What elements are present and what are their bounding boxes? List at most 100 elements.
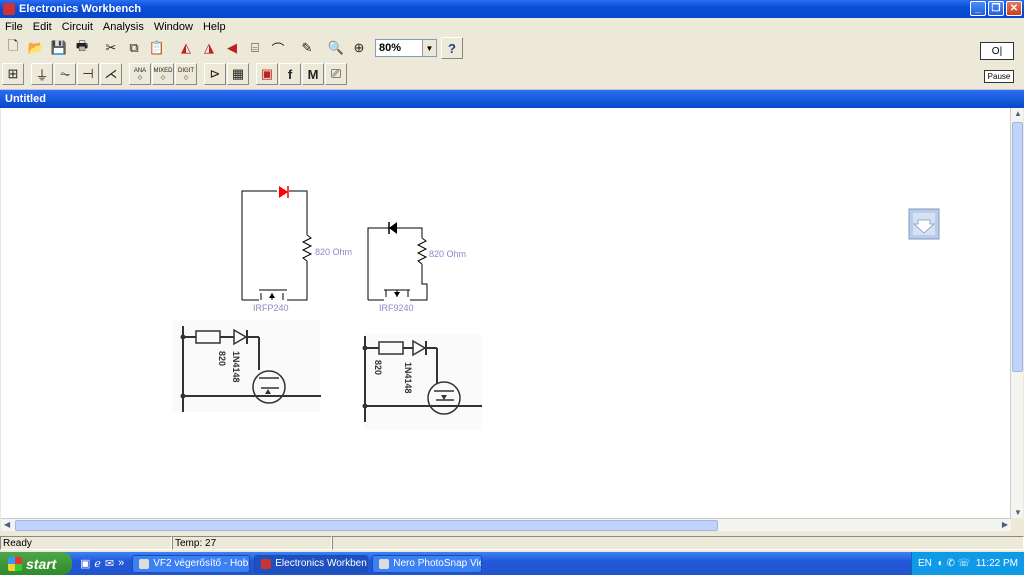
controls-bin-icon[interactable]: f: [279, 63, 301, 85]
scroll-up-icon[interactable]: ▲: [1014, 109, 1022, 118]
minimize-button[interactable]: _: [970, 1, 986, 16]
menu-bar: File Edit Circuit Analysis Window Help: [0, 18, 1024, 35]
mixed-label: MIXED: [153, 67, 173, 74]
open-icon[interactable]: 📂: [25, 37, 47, 59]
resistor-r2[interactable]: [416, 237, 428, 265]
task-label: Nero PhotoSnap Viewer: [393, 558, 481, 569]
power-switch[interactable]: O|: [980, 42, 1014, 60]
pasted-schematic-image-2[interactable]: 820 1N4148: [362, 334, 483, 430]
paste-icon[interactable]: 📋: [146, 37, 168, 59]
tray-icons[interactable]: ◐ ✆ ☏: [938, 558, 970, 569]
func-label: f: [287, 66, 293, 82]
rotate-icon[interactable]: ◭: [175, 37, 197, 59]
r2-label: 820 Ohm: [429, 249, 466, 259]
pasted-schematic-image-1[interactable]: 820 1N4148: [172, 320, 321, 412]
parts-toolbar: ⊞ ⏚ ⏦ ⊣ ⋌ ANA ◇ MIXED ◇ DIGIT ◇ ⊳ ▦ ▣ f M ⎚: [0, 61, 1024, 87]
document-title-bar: Untitled: [0, 89, 1024, 108]
chevron-down-icon[interactable]: ▼: [422, 40, 436, 56]
vertical-scrollbar[interactable]: ▲ ▼: [1010, 108, 1023, 518]
digital-bin-icon[interactable]: ▦: [227, 63, 249, 85]
title-bar: Electronics Workbench _ ❐ ✕: [0, 0, 1024, 18]
vertical-scroll-thumb[interactable]: [1012, 122, 1023, 372]
scroll-down-icon[interactable]: ▼: [1014, 508, 1022, 517]
task-button[interactable]: VF2 végerősítő - Hob...: [132, 554, 251, 573]
app-icon: [3, 3, 15, 15]
img2-resistor-label: 820: [373, 360, 383, 375]
show-desktop-icon[interactable]: ▣: [80, 557, 90, 570]
start-button[interactable]: start: [0, 552, 72, 575]
diodes-bin-icon[interactable]: ⊣: [77, 63, 99, 85]
img1-diode-label: 1N4148: [231, 351, 241, 383]
circuit-canvas[interactable]: 820 Ohm IRFP240 820 Ohm IRF9240 820 1N41…: [1, 108, 1011, 518]
transistors-bin-icon[interactable]: ⋌: [100, 63, 122, 85]
print-icon[interactable]: 🖶: [71, 37, 93, 59]
diode[interactable]: [389, 222, 397, 234]
horizontal-scrollbar[interactable]: ◀ ▶: [1, 518, 1011, 531]
flip-vertical-icon[interactable]: ◀: [221, 37, 243, 59]
restore-button[interactable]: ❐: [988, 1, 1004, 16]
taskbar: start ▣ ℯ ✉ » VF2 végerősítő - Hob... El…: [0, 552, 1024, 575]
close-button[interactable]: ✕: [1006, 1, 1022, 16]
menu-circuit[interactable]: Circuit: [57, 21, 98, 33]
zoom-select[interactable]: 80% ▼: [375, 39, 437, 57]
windows-logo-icon: [8, 556, 22, 571]
task-label: VF2 végerősítő - Hob...: [153, 558, 251, 569]
menu-analysis[interactable]: Analysis: [98, 21, 149, 33]
power-label: O|: [991, 45, 1003, 57]
component-properties-icon[interactable]: ✎: [296, 37, 318, 59]
diode-red[interactable]: [279, 186, 288, 198]
menu-edit[interactable]: Edit: [28, 21, 57, 33]
q1-label: IRFP240: [253, 303, 289, 313]
task-button[interactable]: Nero PhotoSnap Viewer: [372, 554, 483, 573]
clock[interactable]: 11:22 PM: [976, 558, 1018, 569]
zoom-out-icon[interactable]: 🔍: [325, 37, 347, 59]
sources-bin-icon[interactable]: ⏚: [31, 63, 53, 85]
status-temp: Temp: 27: [172, 536, 332, 550]
save-icon[interactable]: 💾: [48, 37, 70, 59]
quick-launch: ▣ ℯ ✉ »: [72, 557, 132, 570]
subcircuit-icon[interactable]: ⌸: [244, 37, 266, 59]
analog-ics-bin-icon[interactable]: ANA ◇: [129, 63, 151, 85]
indicators-bin-icon[interactable]: ▣: [256, 63, 278, 85]
logic-gates-bin-icon[interactable]: ⊳: [204, 63, 226, 85]
circuit-irfp240[interactable]: 820 Ohm IRFP240: [241, 186, 352, 313]
ewb-icon: [261, 558, 272, 569]
new-icon[interactable]: 🗋: [2, 37, 24, 59]
more-icon[interactable]: »: [118, 557, 124, 570]
zoom-in-icon[interactable]: ⊕: [348, 37, 370, 59]
graph-icon[interactable]: ⌒: [267, 37, 289, 59]
copy-icon[interactable]: ⧉: [123, 37, 145, 59]
mail-icon[interactable]: ✉: [105, 557, 114, 570]
ie-icon[interactable]: ℯ: [94, 557, 101, 570]
status-ready: Ready: [0, 536, 172, 550]
miscellaneous-bin-icon[interactable]: M: [302, 63, 324, 85]
favorites-bin-icon[interactable]: ⊞: [2, 63, 24, 85]
r1-label: 820 Ohm: [315, 247, 352, 257]
menu-help[interactable]: Help: [198, 21, 231, 33]
menu-file[interactable]: File: [0, 21, 28, 33]
flip-horizontal-icon[interactable]: ◮: [198, 37, 220, 59]
digital-ics-bin-icon[interactable]: DIGIT ◇: [175, 63, 197, 85]
document-title: Untitled: [5, 93, 46, 105]
schematic: 820 Ohm IRFP240 820 Ohm IRF9240 820 1N41…: [172, 186, 940, 430]
instruments-bin-icon[interactable]: ⎚: [325, 63, 347, 85]
language-indicator[interactable]: EN: [918, 558, 932, 569]
download-arrow-icon[interactable]: [908, 208, 940, 240]
cut-icon[interactable]: ✂: [100, 37, 122, 59]
resistor-r1[interactable]: [301, 234, 313, 262]
help-button[interactable]: ?: [441, 37, 463, 59]
browser-icon: [139, 558, 150, 569]
start-label: start: [26, 555, 57, 572]
main-toolbar: 🗋 📂 💾 🖶 ✂ ⧉ 📋 ◭ ◮ ◀ ⌸ ⌒ ✎ 🔍 ⊕ 80% ▼ ?: [0, 35, 1024, 61]
ana-label: ANA: [133, 67, 147, 74]
digit-label: DIGIT: [178, 67, 194, 74]
mixed-ics-bin-icon[interactable]: MIXED ◇: [152, 63, 174, 85]
horizontal-scroll-thumb[interactable]: [15, 520, 718, 531]
scroll-right-icon[interactable]: ▶: [1002, 520, 1008, 529]
task-button[interactable]: Electronics Workbenc...: [254, 554, 369, 573]
menu-window[interactable]: Window: [149, 21, 198, 33]
basic-bin-icon[interactable]: ⏦: [54, 63, 76, 85]
circuit-irf9240[interactable]: 820 Ohm IRF9240: [367, 222, 466, 313]
nero-icon: [379, 558, 390, 569]
scroll-left-icon[interactable]: ◀: [4, 520, 10, 529]
